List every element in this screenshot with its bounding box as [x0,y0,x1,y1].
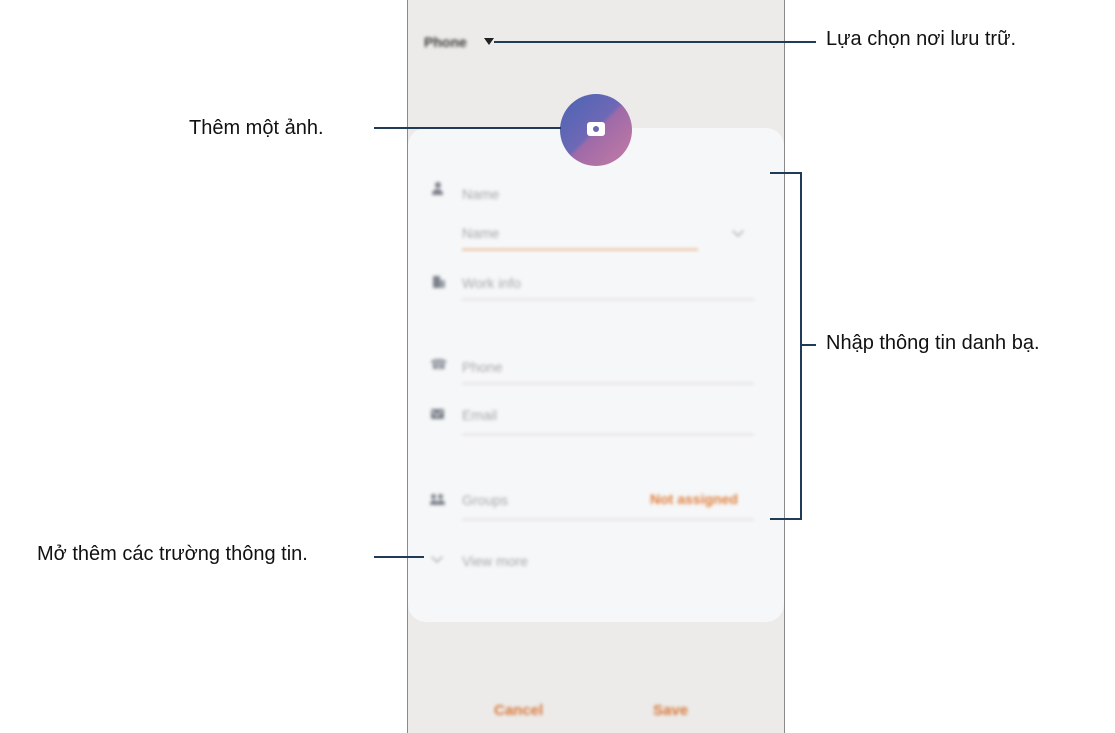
chevron-down-icon[interactable] [431,551,443,563]
photo-leader-line [374,127,561,129]
camera-lens [593,126,599,132]
more-fields-annotation: Mở thêm các trường thông tin. [37,543,308,565]
contact-info-leader-line [802,344,816,346]
person-icon [432,182,443,195]
storage-annotation: Lựa chọn nơi lưu trữ. [826,28,1017,50]
add-photo-button[interactable] [560,94,632,166]
save-button[interactable]: Save [653,702,688,719]
storage-leader-line [494,41,816,43]
groups-underline [462,519,754,520]
storage-selector[interactable]: Phone [424,34,467,50]
name-input[interactable]: Name [462,225,499,241]
name-input-underline [462,249,698,250]
groups-label[interactable]: Groups [462,492,508,508]
chevron-down-icon[interactable] [732,225,744,237]
contact-form-card: Name Name Work info ☎ Phone Email Groups… [408,128,784,622]
caret-down-icon[interactable] [484,38,494,45]
more-fields-leader-line [374,556,424,558]
building-icon [433,276,445,288]
group-icon [430,494,446,506]
work-info-input[interactable]: Work info [462,275,521,291]
name-section-label: Name [462,186,500,202]
contact-info-bracket [770,172,802,520]
view-more-button[interactable]: View more [462,553,528,569]
cancel-button[interactable]: Cancel [494,702,543,719]
phone-underline [462,383,754,384]
phone-screen: Phone Name Name Work info ☎ Phone Email … [407,0,785,733]
photo-annotation: Thêm một ảnh. [189,117,324,139]
phone-input[interactable]: Phone [462,359,502,375]
contact-info-annotation: Nhập thông tin danh bạ. [826,332,1040,354]
groups-value[interactable]: Not assigned [650,491,738,507]
email-underline [462,434,754,435]
phone-icon: ☎ [430,356,448,372]
email-input[interactable]: Email [462,407,497,423]
form-contents: Name Name Work info ☎ Phone Email Groups… [408,128,784,622]
mail-icon [431,405,444,419]
work-info-underline [462,299,754,300]
